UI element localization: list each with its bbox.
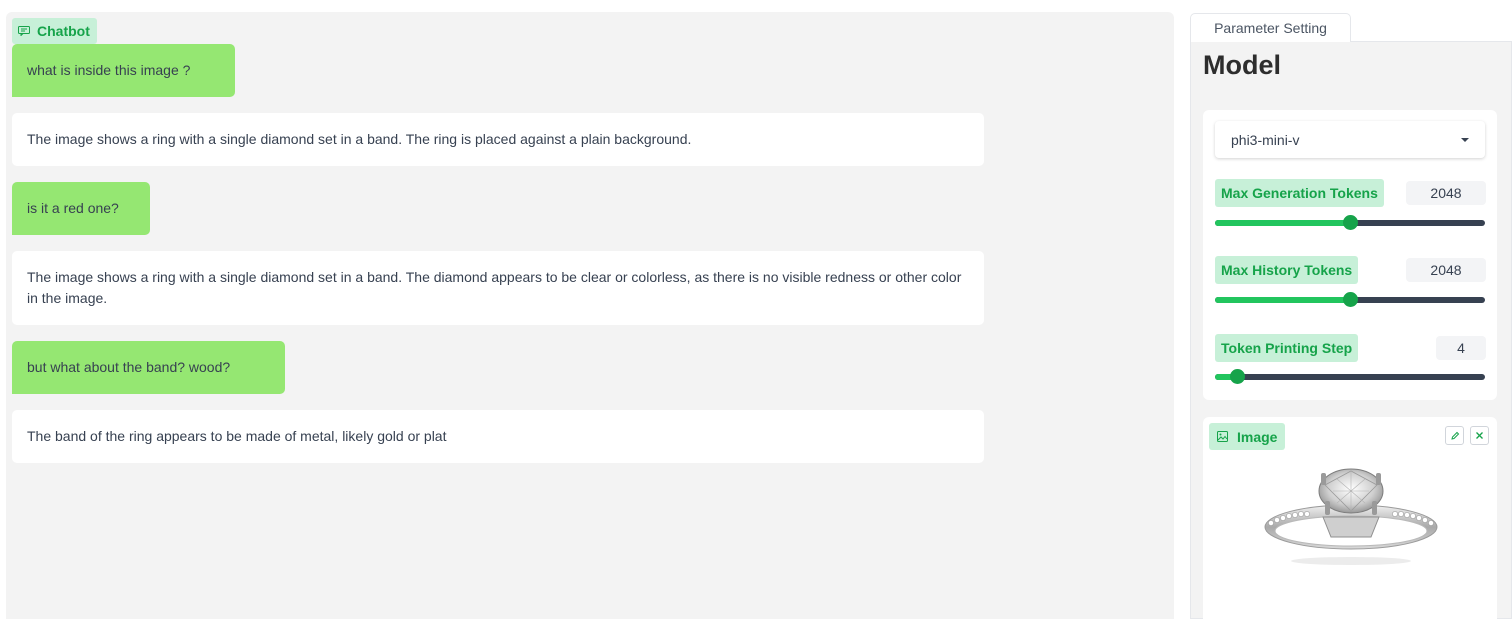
slider-label: Max History Tokens [1215,256,1359,284]
slider-label: Max Generation Tokens [1215,179,1384,207]
close-icon [1476,432,1483,439]
clear-image-button[interactable] [1470,426,1489,445]
bot-message: The image shows a ring with a single dia… [12,113,984,166]
chat-icon [18,26,30,36]
tab-label: Parameter Setting [1214,20,1327,36]
slider-thumb[interactable] [1343,292,1358,307]
message-text: but what about the band? wood? [27,359,231,375]
parameter-card: phi3-mini-v Max Generation Tokens 2048 M… [1203,110,1497,400]
model-dropdown-value: phi3-mini-v [1231,131,1300,148]
bot-message: The image shows a ring with a single dia… [12,251,984,325]
slider-track[interactable] [1215,215,1485,230]
slider-track[interactable] [1215,369,1485,384]
slider-fill [1215,297,1350,303]
message-text: what is inside this image ? [27,62,191,78]
user-message: what is inside this image ? [12,44,235,97]
chatbot-label: Chatbot [12,18,97,44]
uploaded-ring-image [1261,465,1441,575]
message-text: The image shows a ring with a single dia… [27,269,962,306]
edit-image-button[interactable] [1445,426,1464,445]
image-label: Image [1209,423,1286,450]
slider-fill [1215,220,1350,226]
slider-number-input[interactable]: 4 [1436,336,1486,360]
slider-thumb[interactable] [1229,369,1245,384]
slider-number-input[interactable]: 2048 [1406,181,1486,205]
image-icon [1217,431,1228,442]
user-message: is it a red one? [12,182,150,235]
pencil-icon [1450,431,1459,440]
message-text: The image shows a ring with a single dia… [27,131,692,147]
slider-label: Token Printing Step [1215,334,1359,362]
message-text: The band of the ring appears to be made … [27,428,447,444]
slider-track[interactable] [1215,292,1485,307]
chatbot-label-text: Chatbot [37,23,90,39]
model-heading: Model [1203,50,1281,80]
image-label-text: Image [1237,428,1278,445]
bot-message: The band of the ring appears to be made … [12,410,984,463]
user-message: but what about the band? wood? [12,341,285,394]
caret-down-icon [1461,137,1469,142]
image-card: Image [1203,417,1497,619]
model-dropdown[interactable]: phi3-mini-v [1215,121,1485,158]
message-text: is it a red one? [27,200,119,216]
slider-number-input[interactable]: 2048 [1406,258,1486,282]
slider-thumb[interactable] [1343,215,1358,230]
tab-parameter-setting[interactable]: Parameter Setting [1190,13,1351,42]
